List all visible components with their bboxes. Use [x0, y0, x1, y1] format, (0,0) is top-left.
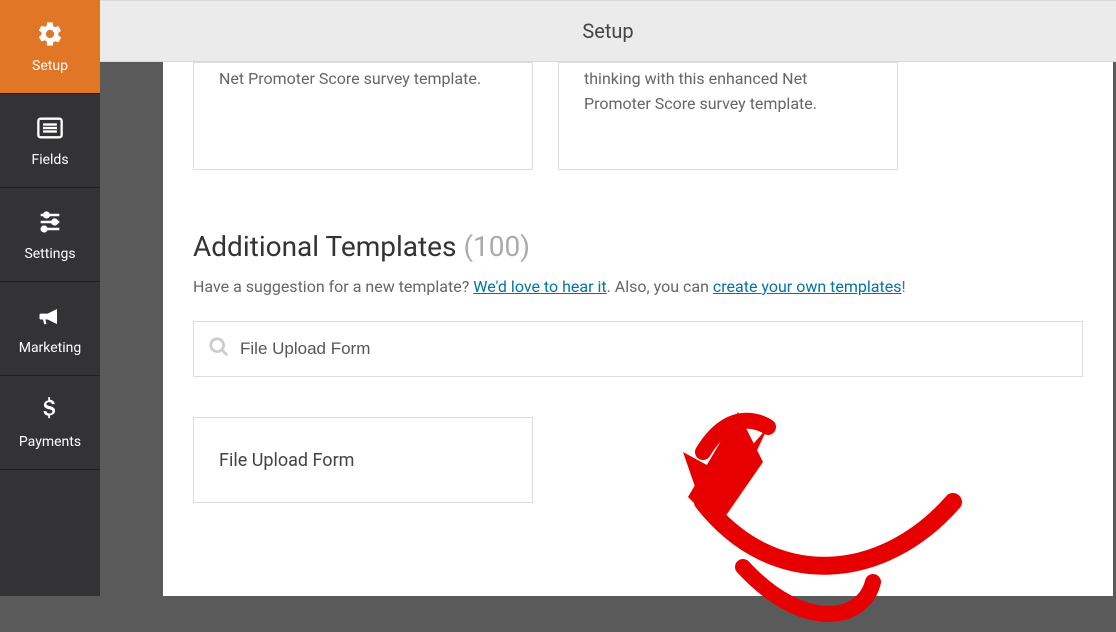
dollar-icon	[39, 396, 61, 428]
template-result-file-upload-form[interactable]: File Upload Form	[193, 417, 533, 503]
sidebar-item-settings[interactable]: Settings	[0, 188, 100, 282]
heading-text: Additional Templates	[193, 230, 456, 263]
sidebar-item-payments[interactable]: Payments	[0, 376, 100, 470]
suggestion-text: Have a suggestion for a new template? We…	[193, 275, 1083, 299]
suggestion-link-create-own[interactable]: create your own templates	[713, 277, 902, 296]
sidebar-item-label: Setup	[32, 58, 68, 74]
templates-count: (100)	[463, 230, 530, 263]
header-bar: Setup	[100, 0, 1116, 62]
sidebar-item-marketing[interactable]: Marketing	[0, 282, 100, 376]
bullhorn-icon	[36, 302, 64, 334]
sidebar-item-setup[interactable]: Setup	[0, 0, 100, 94]
template-search-wrap	[193, 321, 1083, 377]
page-title: Setup	[582, 19, 633, 43]
setup-panel: Net Promoter Score survey template. thin…	[163, 62, 1113, 596]
sidebar-item-label: Marketing	[19, 340, 82, 356]
list-icon	[36, 114, 64, 146]
search-icon	[208, 336, 230, 362]
annotation-arrow-icon	[683, 392, 983, 632]
template-result-label: File Upload Form	[219, 450, 354, 471]
template-card-text: thinking with this enhanced Net Promoter…	[584, 69, 817, 113]
sidebar-nav: Setup Fields Settings Marketing Payments	[0, 0, 100, 596]
template-search-input[interactable]	[240, 339, 1068, 359]
sidebar-item-label: Settings	[24, 246, 75, 262]
additional-templates-heading: Additional Templates (100)	[193, 230, 1083, 263]
sidebar-item-label: Payments	[19, 434, 81, 450]
template-card-text: Net Promoter Score survey template.	[219, 69, 481, 88]
sidebar-item-label: Fields	[31, 152, 68, 168]
sliders-icon	[36, 208, 64, 240]
gear-icon	[36, 20, 64, 52]
template-card[interactable]: Net Promoter Score survey template.	[193, 62, 533, 170]
suggestion-link-hear-it[interactable]: We'd love to hear it	[473, 277, 606, 296]
sidebar-item-fields[interactable]: Fields	[0, 94, 100, 188]
template-card[interactable]: thinking with this enhanced Net Promoter…	[558, 62, 898, 170]
